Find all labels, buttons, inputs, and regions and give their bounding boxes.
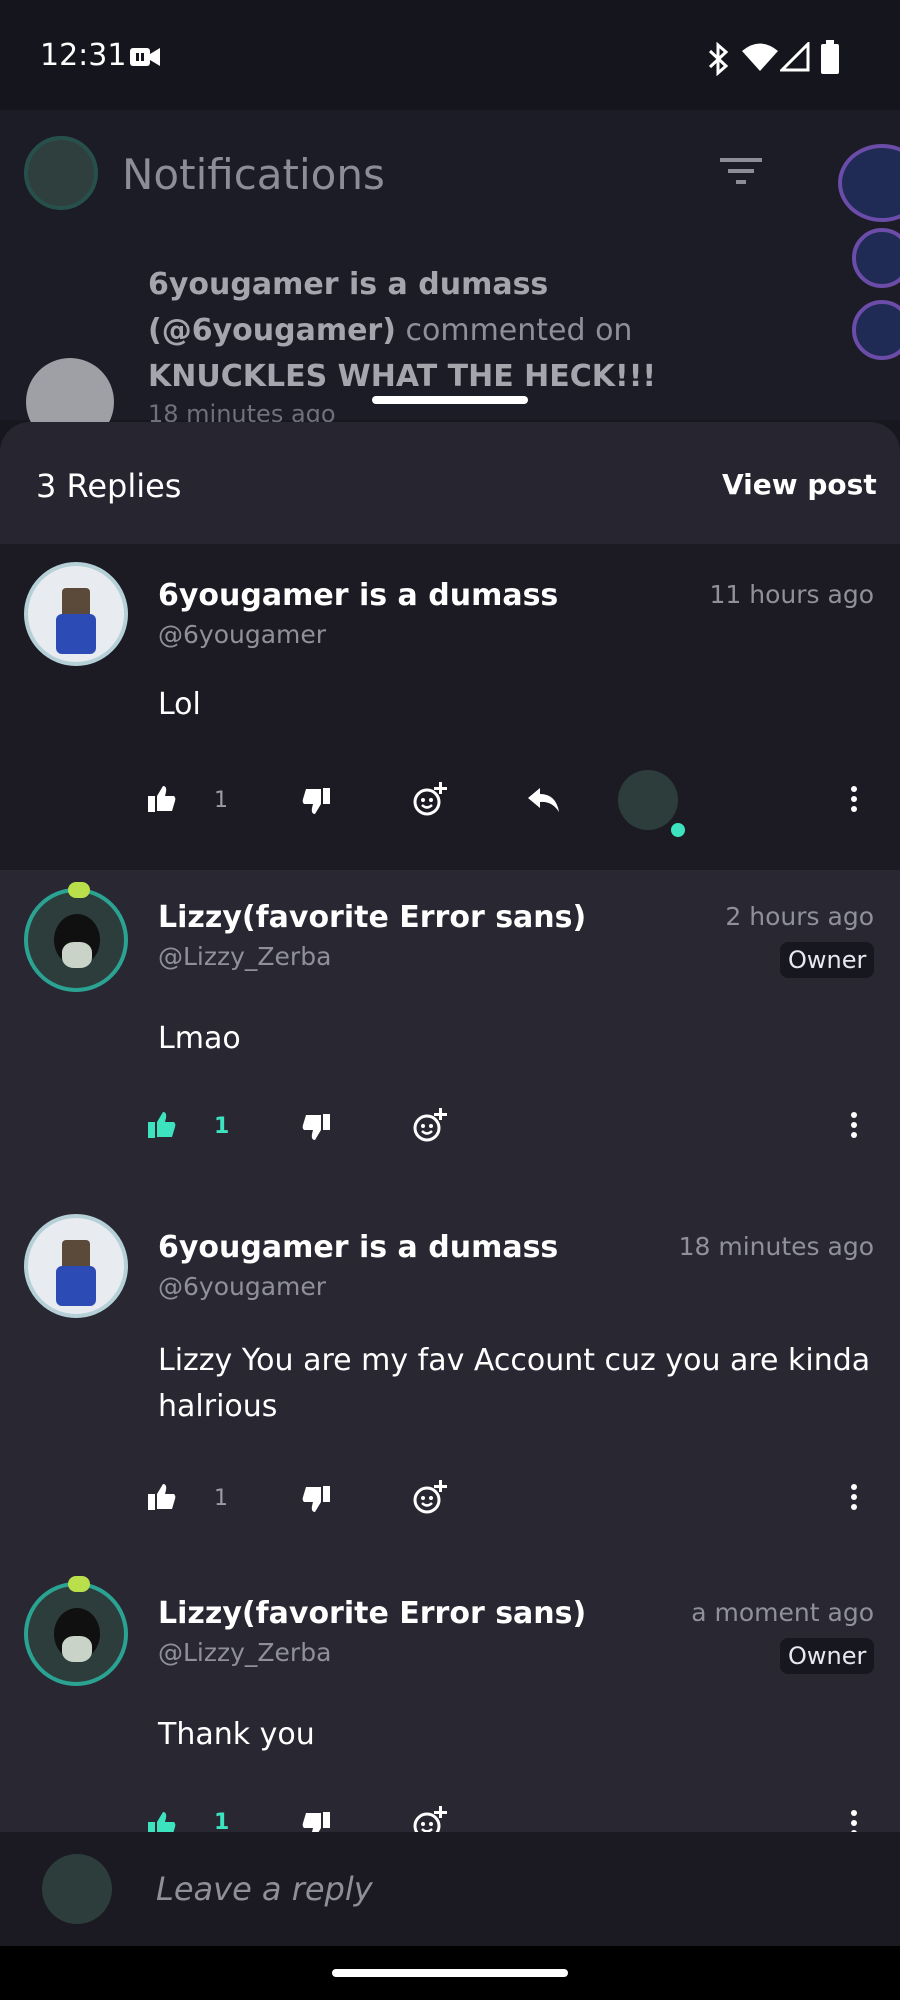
avatar[interactable] <box>24 1582 128 1686</box>
dislike-icon[interactable] <box>302 1114 330 1140</box>
comment-author[interactable]: 6yougamer is a dumass <box>158 578 558 613</box>
add-reaction-icon[interactable] <box>412 1108 448 1144</box>
status-time: 12:31 <box>40 38 127 73</box>
filter-icon[interactable] <box>720 156 762 186</box>
like-count: 1 <box>214 1486 228 1511</box>
avatar[interactable] <box>24 888 128 992</box>
signal-icon <box>780 42 810 72</box>
owner-badge: Owner <box>780 942 875 978</box>
view-post-link[interactable]: View post <box>722 468 877 501</box>
like-icon[interactable] <box>148 1484 176 1510</box>
comment-author[interactable]: Lizzy(favorite Error sans) <box>158 1596 586 1631</box>
current-user-avatar <box>42 1854 112 1924</box>
more-vertical-icon[interactable] <box>850 786 858 812</box>
more-vertical-icon[interactable] <box>850 1112 858 1138</box>
page-title: Notifications <box>122 150 385 199</box>
owner-badge: Owner <box>780 1638 875 1674</box>
sheet-drag-handle[interactable] <box>372 396 528 404</box>
more-vertical-icon[interactable] <box>850 1484 858 1510</box>
reply-input[interactable]: Leave a reply <box>156 1870 373 1908</box>
comment-time: 18 minutes ago <box>678 1232 874 1261</box>
like-count: 1 <box>214 1114 230 1139</box>
comment-author[interactable]: Lizzy(favorite Error sans) <box>158 900 586 935</box>
comment-text: Thank you <box>158 1717 315 1752</box>
camera-recording-icon <box>130 46 162 68</box>
comment-time: 2 hours ago <box>725 902 874 931</box>
dislike-icon[interactable] <box>302 788 330 814</box>
comment-handle: @6yougamer <box>158 1272 327 1301</box>
status-bar: 12:31 <box>0 0 900 110</box>
comment-text: Lizzy You are my fav Account cuz you are… <box>158 1343 871 1424</box>
comment-handle: @Lizzy_Zerba <box>158 942 332 971</box>
online-indicator <box>668 820 688 840</box>
like-count: 1 <box>214 788 228 813</box>
replies-sheet: 3 Replies View post 6yougamer is a dumas… <box>0 422 900 2000</box>
battery-icon <box>820 40 840 74</box>
dislike-icon[interactable] <box>302 1486 330 1512</box>
comment-handle: @Lizzy_Zerba <box>158 1638 332 1667</box>
add-reaction-icon[interactable] <box>412 782 448 818</box>
comment-time: a moment ago <box>691 1598 874 1627</box>
bluetooth-icon <box>706 42 730 76</box>
frame-badge <box>68 882 90 898</box>
wifi-icon <box>742 42 778 72</box>
user-avatar[interactable] <box>24 136 98 210</box>
avatar[interactable] <box>24 1214 128 1318</box>
replier-avatar[interactable] <box>618 770 678 830</box>
comment-author[interactable]: 6yougamer is a dumass <box>158 1230 558 1265</box>
comment-text: Lol <box>158 687 201 722</box>
comment-time: 11 hours ago <box>709 580 874 609</box>
sheet-header: 3 Replies View post <box>0 422 900 544</box>
like-icon[interactable] <box>148 1112 176 1138</box>
comment-handle: @6yougamer <box>158 620 327 649</box>
reply-icon[interactable] <box>528 788 560 812</box>
notification-action: commented on <box>405 313 633 348</box>
frame-badge <box>68 1576 90 1592</box>
notification-text[interactable]: 6yougamer is a dumass (@6yougamer) comme… <box>148 262 788 400</box>
replies-count: 3 Replies <box>36 467 182 505</box>
reply-bar <box>0 1832 900 1946</box>
avatar[interactable] <box>24 562 128 666</box>
comment-text: Lmao <box>158 1021 241 1056</box>
notification-post: KNUCKLES WHAT THE HECK!!! <box>148 359 657 394</box>
home-gesture-pill[interactable] <box>332 1969 568 1977</box>
add-reaction-icon[interactable] <box>412 1480 448 1516</box>
like-icon[interactable] <box>148 786 176 812</box>
